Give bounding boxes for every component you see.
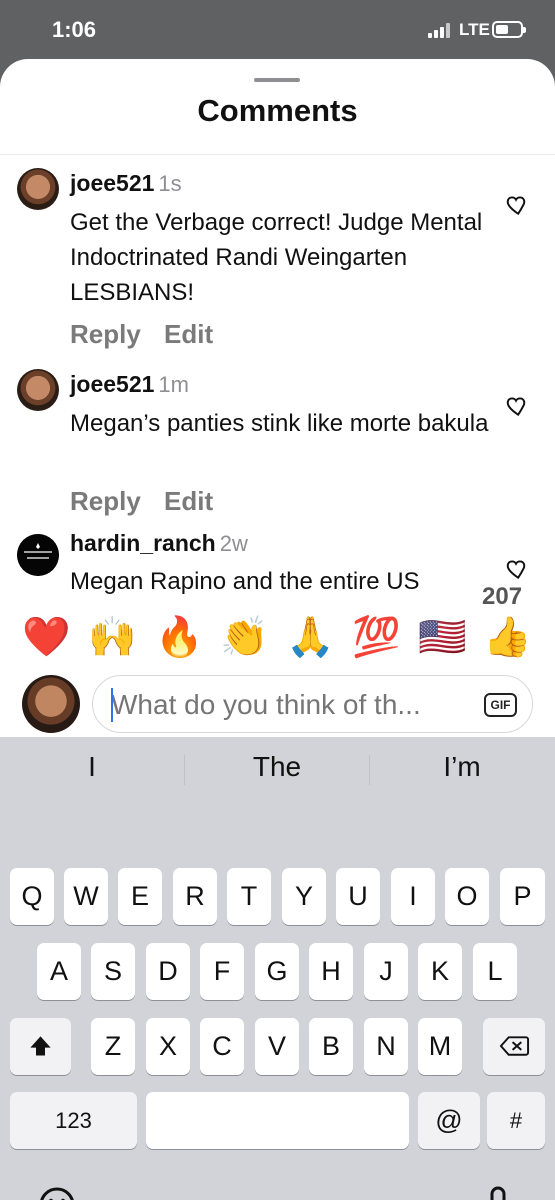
suggestion-divider [369,755,370,785]
hundred-emoji[interactable]: 💯 [352,614,401,662]
cellular-signal-icon [428,22,454,38]
key-b[interactable]: B [309,1018,353,1075]
raised-hands-emoji[interactable]: 🙌 [88,614,137,662]
key-s[interactable]: S [91,943,135,1000]
comment-username[interactable]: hardin_ranch [70,530,216,556]
heart-icon[interactable] [503,556,529,582]
key-d[interactable]: D [146,943,190,1000]
comment-input-container[interactable]: GIF [92,675,533,733]
edit-button[interactable]: Edit [164,319,213,350]
key-e[interactable]: E [118,868,162,925]
battery-icon [492,21,526,38]
heart-icon[interactable] [503,393,529,419]
system-keyboard: I The I’m Q W E R T Y U I O P A S D F G … [0,737,555,1200]
suggestion-i[interactable]: I [76,751,108,783]
comment-item: joee521 1s Get the Verbage correct! Judge… [0,155,555,355]
comment-username[interactable]: joee521 [70,170,154,196]
key-q[interactable]: Q [10,868,54,925]
backspace-key[interactable] [483,1018,545,1075]
current-user-avatar[interactable] [22,675,80,733]
gif-button[interactable]: GIF [484,693,517,717]
heart-icon[interactable] [503,192,529,218]
key-n[interactable]: N [364,1018,408,1075]
hash-key[interactable]: # [487,1092,545,1149]
key-j[interactable]: J [364,943,408,1000]
comment-time: 1s [158,171,182,196]
network-label: LTE [459,20,490,39]
comment-item: joee521 1m Megan’s panties stink like mor… [0,356,555,516]
key-o[interactable]: O [445,868,489,925]
comment-meta: hardin_ranch 2w [70,530,248,557]
clapping-emoji[interactable]: 👏 [220,614,269,662]
backspace-icon [499,1036,529,1056]
key-v[interactable]: V [255,1018,299,1075]
shift-key[interactable] [10,1018,71,1075]
comment-input[interactable] [111,689,471,720]
microphone-icon[interactable] [477,1184,519,1200]
key-f[interactable]: F [200,943,244,1000]
comment-time: 2w [219,531,248,556]
comment-actions: Reply Edit [70,319,213,350]
sheet-grabber[interactable] [254,78,300,82]
comment-username[interactable]: joee521 [70,371,154,397]
fire-emoji[interactable]: 🔥 [155,614,204,662]
sheet-title: Comments [197,93,358,128]
reply-button[interactable]: Reply [70,486,141,517]
key-y[interactable]: Y [282,868,326,925]
key-l[interactable]: L [473,943,517,1000]
comment-time: 1m [158,372,189,397]
comment-composer: GIF [0,669,555,737]
key-i[interactable]: I [391,868,435,925]
key-h[interactable]: H [309,943,353,1000]
key-u[interactable]: U [336,868,380,925]
comment-avatar[interactable] [17,168,59,210]
comment-item: hardin_ranch 2w Megan Rapino and the enti… [0,526,555,606]
keyboard-suggestions: I The I’m [0,737,555,799]
comment-text: Get the Verbage correct! Judge Mental In… [70,209,483,306]
key-z[interactable]: Z [91,1018,135,1075]
shift-icon [30,1036,51,1056]
comment-meta: joee521 1m [70,371,189,398]
key-x[interactable]: X [146,1018,190,1075]
comment-text: Megan’s panties stink like morte bakula [70,410,489,437]
key-t[interactable]: T [227,868,271,925]
heart-emoji[interactable]: ❤️ [22,614,71,662]
thumbs-up-emoji[interactable]: 👍 [483,614,532,662]
key-w[interactable]: W [64,868,108,925]
comment-avatar[interactable] [17,534,59,576]
text-caret [111,688,113,722]
space-key[interactable] [146,1092,409,1149]
reply-button[interactable]: Reply [70,319,141,350]
status-bar: 1:06 LTE [0,0,555,60]
suggestion-divider [184,755,185,785]
comment-partial-count: 207 [482,583,523,606]
folded-hands-emoji[interactable]: 🙏 [286,614,335,662]
comments-list[interactable]: joee521 1s Get the Verbage correct! Judge… [0,155,555,606]
edit-button[interactable]: Edit [164,486,213,517]
status-time: 1:06 [52,17,97,42]
key-r[interactable]: R [173,868,217,925]
key-g[interactable]: G [255,943,299,1000]
key-p[interactable]: P [500,868,545,925]
emoji-keyboard-icon[interactable] [36,1184,78,1200]
comments-sheet: Comments joee521 1s Get the Verbage corre… [0,59,555,1200]
comment-text: Megan Rapino and the entire US [70,568,420,595]
key-m[interactable]: M [418,1018,462,1075]
key-k[interactable]: K [418,943,462,1000]
emoji-reaction-bar: ❤️ 🙌 🔥 👏 🙏 💯 🇺🇸 👍 [0,606,555,669]
suggestion-im[interactable]: I’m [425,751,499,783]
suggestion-the[interactable]: The [226,751,328,783]
us-flag-emoji[interactable]: 🇺🇸 [418,614,467,662]
ranch-logo-icon [17,534,59,576]
at-key[interactable]: @ [418,1092,480,1149]
comment-meta: joee521 1s [70,170,182,197]
comment-actions: Reply Edit [70,486,213,517]
key-c[interactable]: C [200,1018,244,1075]
numbers-key[interactable]: 123 [10,1092,137,1149]
key-a[interactable]: A [37,943,81,1000]
comment-avatar[interactable] [17,369,59,411]
